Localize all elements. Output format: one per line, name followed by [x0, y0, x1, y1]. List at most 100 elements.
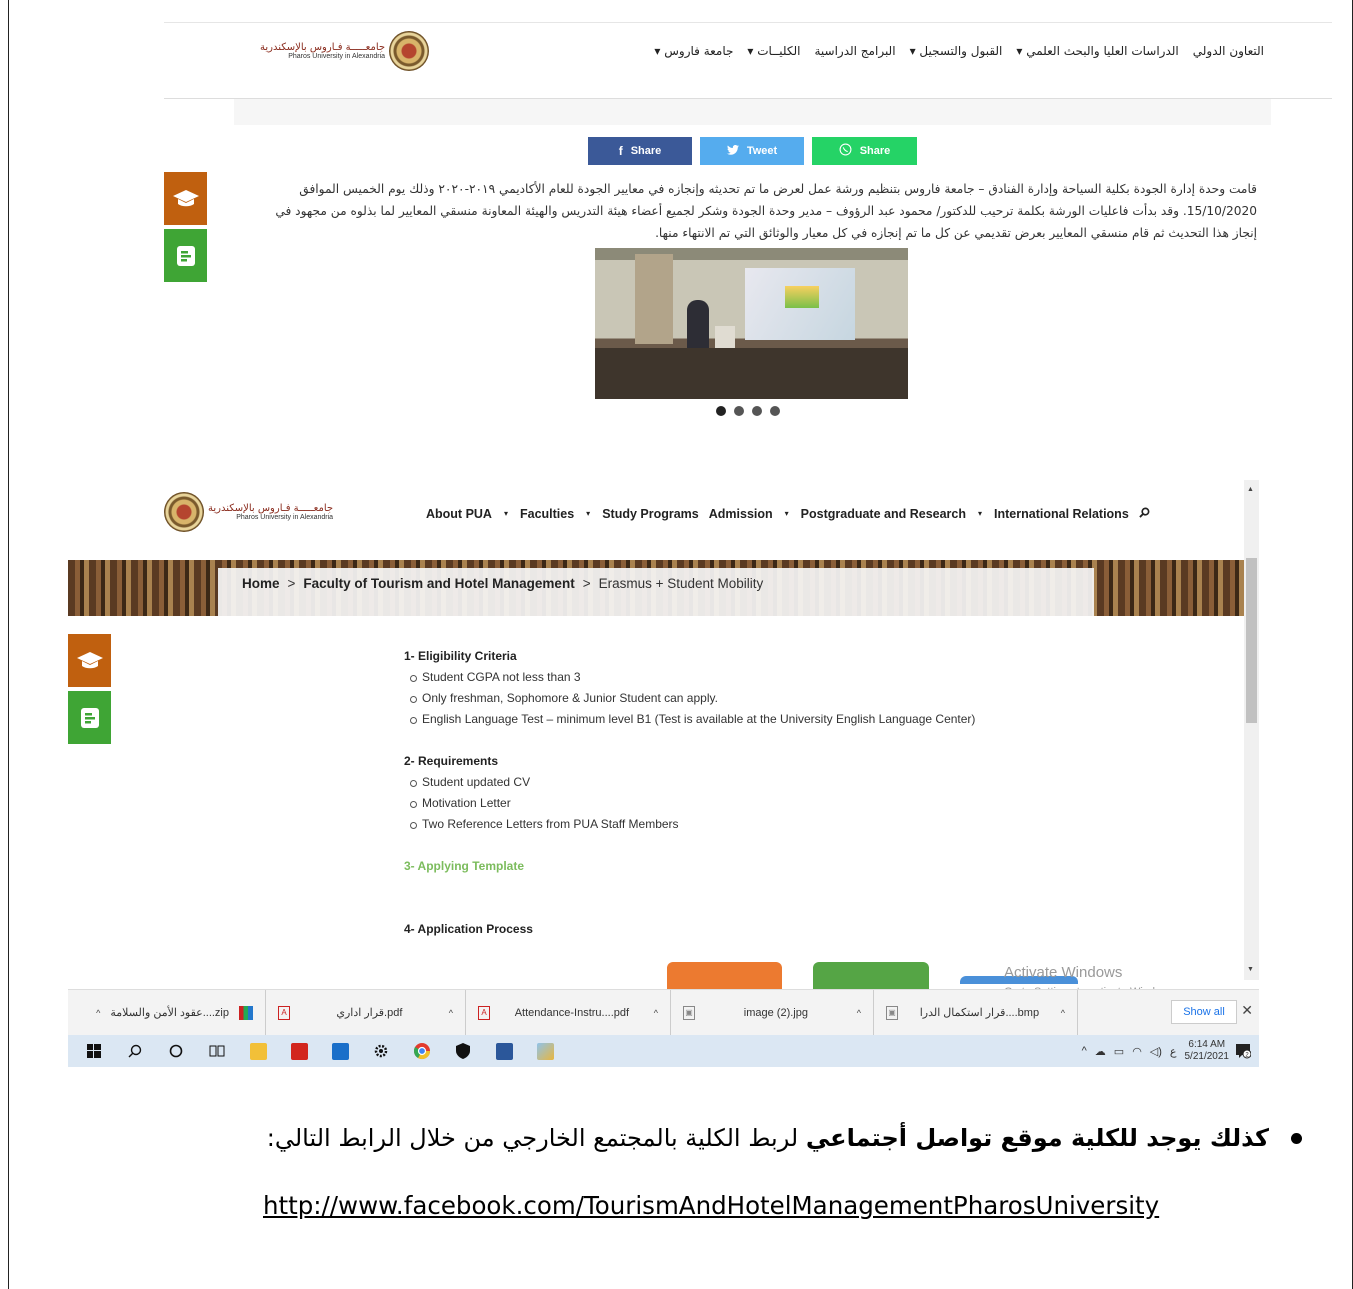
requirements-list: Student updated CV Motivation Letter Two… [404, 772, 975, 835]
acrobat-icon[interactable] [283, 1035, 315, 1067]
nav-study-programs[interactable]: Study Programs [602, 507, 699, 521]
list-item: English Language Test – minimum level B1… [404, 709, 975, 730]
download-item[interactable]: A Attendance-Instru....pdf ^ [466, 989, 671, 1036]
university-seal-icon [164, 492, 204, 532]
form-icon[interactable] [68, 691, 111, 744]
breadcrumb-current: Erasmus + Student Mobility [598, 576, 764, 591]
wifi-icon[interactable]: ◠ [1132, 1045, 1142, 1058]
shield-icon[interactable] [447, 1035, 479, 1067]
applying-template-link[interactable]: 3- Applying Template [404, 856, 975, 877]
graduation-cap-icon[interactable] [68, 634, 111, 687]
settings-gear-icon[interactable] [365, 1035, 397, 1067]
search-icon[interactable] [119, 1035, 151, 1067]
chevron-up-icon[interactable]: ^ [857, 1008, 861, 1018]
download-item[interactable]: A قرار اداري.pdf ^ [266, 989, 466, 1036]
chevron-up-icon[interactable]: ^ [449, 1008, 453, 1018]
scrollbar-thumb[interactable] [1246, 558, 1257, 723]
university-logo[interactable]: جامعـــــة فـاروس بالإسكندرية Pharos Uni… [260, 31, 430, 71]
cortana-icon[interactable] [160, 1035, 192, 1067]
nav-study-programs[interactable]: البرامج الدراسية [814, 44, 895, 58]
whatsapp-icon [839, 143, 852, 159]
graduation-cap-icon[interactable] [164, 172, 207, 225]
breadcrumb-faculty[interactable]: Faculty of Tourism and Hotel Management [303, 576, 574, 591]
whatsapp-share-button[interactable]: Share [812, 137, 917, 165]
normal-text: لربط الكلية بالمجتمع الخارجي من خلال الر… [266, 1124, 799, 1152]
chevron-up-icon[interactable]: ^ [654, 1008, 658, 1018]
windows-start-icon[interactable] [78, 1035, 110, 1067]
download-item[interactable]: ^ عقود الأمن والسلامة....zip [68, 989, 266, 1036]
chevron-up-icon[interactable]: ^ [1082, 1045, 1087, 1057]
list-item: Student CGPA not less than 3 [404, 667, 975, 688]
erasmus-content: 1- Eligibility Criteria Student CGPA not… [404, 646, 975, 940]
download-bar: ^ عقود الأمن والسلامة....zip A قرار ادار… [68, 989, 1259, 1036]
chevron-down-icon: ▾ [978, 509, 983, 518]
notification-icon[interactable]: 2 [1235, 1043, 1252, 1062]
clock-date: 5/21/2021 [1184, 1051, 1230, 1062]
zip-file-icon [239, 1005, 253, 1020]
orange-button[interactable] [667, 962, 782, 992]
cloud-icon[interactable]: ☁ [1095, 1045, 1106, 1058]
facebook-page-link[interactable]: http://www.facebook.com/TourismAndHotelM… [263, 1191, 1159, 1220]
breadcrumb-separator: > [582, 576, 591, 591]
page-scrollbar[interactable]: ▲ ▼ [1244, 480, 1259, 980]
chevron-up-icon[interactable]: ^ [96, 1008, 100, 1018]
nav-about[interactable]: About PUA [426, 507, 492, 521]
chrome-icon[interactable] [406, 1035, 438, 1067]
battery-icon[interactable]: ▭ [1114, 1045, 1124, 1058]
logo-english-text: Pharos University in Alexandria [236, 513, 334, 521]
volume-icon[interactable]: ◁) [1150, 1045, 1162, 1058]
nav-pharos-university[interactable]: جامعة فاروس ▾ [654, 44, 733, 58]
screenshot-erasmus-page: جامعـــــة فـاروس بالإسكندرية Pharos Uni… [68, 480, 1259, 1067]
twitter-tweet-button[interactable]: Tweet [700, 137, 804, 165]
side-quick-links-1 [164, 172, 207, 282]
nav-postgraduate[interactable]: الدراسات العليا والبحث العلمي ▾ [1016, 44, 1178, 58]
nav-postgraduate[interactable]: Postgraduate and Research [801, 507, 966, 521]
activate-windows-title: Activate Windows [1004, 964, 1123, 981]
nav-faculties[interactable]: Faculties [520, 507, 574, 521]
scroll-up-icon[interactable]: ▲ [1247, 486, 1254, 493]
list-item: Only freshman, Sophomore & Junior Studen… [404, 688, 975, 709]
nav-faculties[interactable]: الكليــات ▾ [747, 44, 800, 58]
green-button[interactable] [813, 962, 929, 992]
language-indicator[interactable]: ع [1170, 1045, 1177, 1058]
list-item: Student updated CV [404, 772, 975, 793]
clock[interactable]: 6:14 AM 5/21/2021 [1185, 1039, 1230, 1064]
slider-dot[interactable] [734, 406, 744, 416]
slider-dot[interactable] [716, 406, 726, 416]
arabic-navbar: جامعـــــة فـاروس بالإسكندرية Pharos Uni… [164, 22, 1332, 99]
scroll-down-icon[interactable]: ▼ [1247, 966, 1254, 973]
file-explorer-icon[interactable] [242, 1035, 274, 1067]
slider-dot[interactable] [752, 406, 762, 416]
download-item[interactable]: ▣ قرار استكمال الدرا....bmp ^ [874, 989, 1078, 1036]
mail-icon[interactable] [324, 1035, 356, 1067]
search-icon[interactable] [1139, 506, 1150, 521]
share-buttons: f Share Tweet Share [588, 137, 917, 165]
university-seal-icon [389, 31, 430, 71]
nav-admission[interactable]: القبول والتسجيل ▾ [910, 44, 1003, 58]
facebook-share-button[interactable]: f Share [588, 137, 692, 165]
paint-icon[interactable] [529, 1035, 561, 1067]
side-quick-links-2 [68, 634, 111, 744]
university-logo[interactable]: جامعـــــة فـاروس بالإسكندرية Pharos Uni… [164, 492, 333, 532]
nav-international[interactable]: International Relations [994, 507, 1129, 521]
eligibility-list: Student CGPA not less than 3 Only freshm… [404, 667, 975, 730]
nav-admission[interactable]: Admission [709, 507, 773, 521]
list-item: Two Reference Letters from PUA Staff Mem… [404, 814, 975, 835]
slider-dot[interactable] [770, 406, 780, 416]
nav-international[interactable]: التعاون الدولي [1193, 44, 1264, 58]
english-nav-menu: About PUA ▾ Faculties ▾ Study Programs Adm… [426, 506, 1150, 521]
download-item[interactable]: ▣ image (2).jpg ^ [671, 989, 874, 1036]
arabic-nav-menu: جامعة فاروس ▾ الكليــات ▾ البرامج الدراس… [654, 44, 1264, 58]
system-tray: ^ ☁ ▭ ◠ ◁) ع 6:14 AM 5/21/2021 [1082, 1035, 1229, 1067]
breadcrumb-home[interactable]: Home [242, 576, 280, 591]
form-icon[interactable] [164, 229, 207, 282]
task-view-icon[interactable] [201, 1035, 233, 1067]
projector-screen [745, 268, 855, 340]
breadcrumb-separator: > [287, 576, 296, 591]
chevron-up-icon[interactable]: ^ [1061, 1008, 1065, 1018]
list-item: Motivation Letter [404, 793, 975, 814]
grey-strip [234, 99, 1271, 125]
word-icon[interactable] [488, 1035, 520, 1067]
show-all-button[interactable]: Show all [1171, 1000, 1237, 1024]
close-icon[interactable]: ✕ [1241, 1002, 1253, 1019]
